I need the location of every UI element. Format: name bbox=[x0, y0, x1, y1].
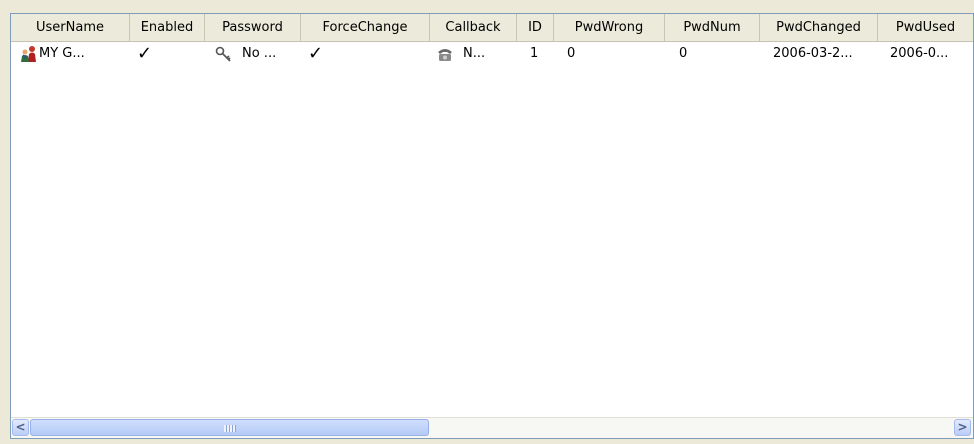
cell-username: MY G... bbox=[39, 46, 85, 61]
column-id[interactable]: ID bbox=[517, 14, 554, 41]
cell-pwdused: 2006-0... bbox=[890, 46, 949, 61]
user-list-view[interactable]: UserName Enabled Password ForceChange Ca… bbox=[10, 13, 974, 439]
cell-pwdnum: 0 bbox=[679, 46, 688, 61]
column-pwdnum[interactable]: PwdNum bbox=[665, 14, 760, 41]
column-forcechange[interactable]: ForceChange bbox=[301, 14, 430, 41]
column-header: UserName Enabled Password ForceChange Ca… bbox=[11, 14, 973, 42]
column-callback[interactable]: Callback bbox=[430, 14, 517, 41]
cell-forcechange-check: ✓ bbox=[308, 43, 324, 64]
horizontal-scrollbar[interactable]: < > bbox=[11, 417, 973, 438]
cell-callback: N... bbox=[463, 46, 486, 61]
column-pwdwrong[interactable]: PwdWrong bbox=[554, 14, 665, 41]
scroll-right-button[interactable]: > bbox=[954, 419, 971, 436]
cell-pwdwrong: 0 bbox=[567, 46, 576, 61]
cell-password: No ... bbox=[242, 46, 277, 61]
column-username[interactable]: UserName bbox=[11, 14, 130, 41]
column-password[interactable]: Password bbox=[205, 14, 301, 41]
cell-pwdchanged: 2006-03-2... bbox=[773, 46, 853, 61]
column-pwdused[interactable]: PwdUsed bbox=[878, 14, 973, 41]
cell-enabled-check: ✓ bbox=[137, 43, 153, 64]
table-row[interactable]: MY G... ✓ No ... ✓ N... 1 0 0 2006-03-2.… bbox=[11, 42, 973, 66]
column-enabled[interactable]: Enabled bbox=[130, 14, 205, 41]
scroll-thumb[interactable] bbox=[30, 419, 429, 436]
user-group-icon bbox=[20, 45, 38, 63]
telephone-icon bbox=[436, 45, 454, 63]
cell-id: 1 bbox=[530, 46, 539, 61]
scroll-grip-icon bbox=[224, 425, 236, 432]
column-pwdchanged[interactable]: PwdChanged bbox=[760, 14, 878, 41]
key-icon bbox=[215, 45, 233, 63]
scroll-left-button[interactable]: < bbox=[12, 419, 29, 436]
